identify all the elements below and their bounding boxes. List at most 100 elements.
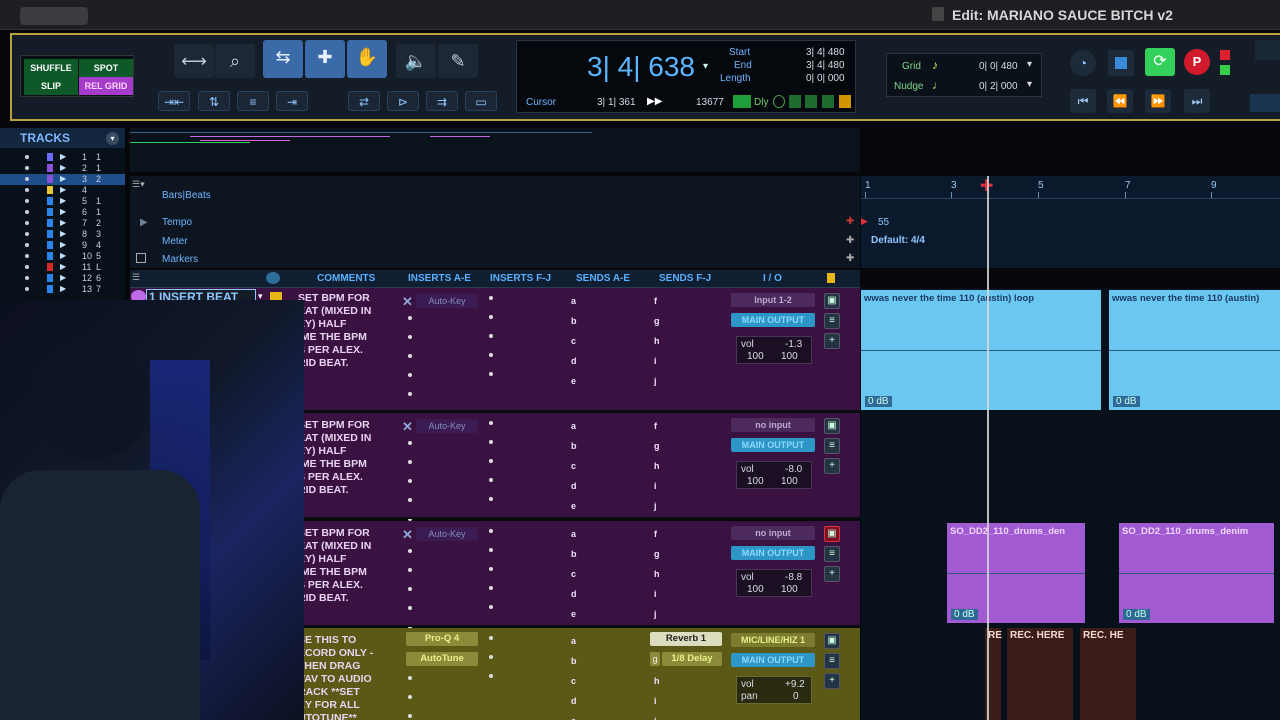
count-off-icon[interactable] (789, 95, 801, 108)
insert-dot[interactable] (408, 498, 412, 502)
send-letter[interactable]: f (654, 421, 657, 431)
nudge-value[interactable]: 0| 2| 000 (979, 81, 1018, 92)
volume-value[interactable]: -8.0 (785, 464, 802, 475)
record-mode-icon[interactable] (1220, 50, 1230, 60)
main-counter-value[interactable]: 3| 4| 638 (587, 51, 695, 83)
insert-dot[interactable] (408, 606, 412, 610)
visibility-dot-icon[interactable] (25, 287, 29, 291)
visibility-dot-icon[interactable] (25, 155, 29, 159)
track-list-item[interactable]: ▶ 7 2 (0, 218, 125, 229)
volume-value[interactable]: -1.3 (785, 339, 802, 350)
send-letter[interactable]: j (654, 376, 657, 386)
track-list-item[interactable]: ▶ 5 1 (0, 196, 125, 207)
slip-button[interactable]: SLIP (24, 77, 78, 95)
insert-dot[interactable] (489, 548, 493, 552)
track-list-item[interactable]: ▶ 4 (0, 185, 125, 196)
send-letter[interactable]: e (571, 376, 576, 386)
audio-zoom-icon[interactable]: ⇅ (198, 91, 230, 111)
send-letter[interactable]: g (654, 549, 660, 559)
output-selector[interactable]: MAIN OUTPUT (731, 438, 815, 452)
input-selector[interactable]: MIC/LINE/HIZ 1 (731, 633, 815, 647)
add-icon[interactable]: + (824, 673, 840, 689)
nudge-dropdown-icon[interactable]: ▾ (1027, 79, 1032, 90)
timebase-icon[interactable] (266, 272, 280, 284)
pencil-tool-icon[interactable]: ✎ (438, 44, 478, 78)
tracks-menu-icon[interactable]: ▾ (106, 132, 119, 145)
insert-dot[interactable] (489, 296, 493, 300)
grid-value[interactable]: 0| 0| 480 (979, 61, 1018, 72)
insert-dot[interactable] (489, 529, 493, 533)
insert-dot[interactable] (408, 373, 412, 377)
send-letter[interactable]: d (571, 481, 577, 491)
volume-value[interactable]: +9.2 (785, 679, 805, 690)
zoomer-icon[interactable]: ⌕ (215, 44, 255, 78)
window-controls[interactable] (20, 7, 88, 25)
track-option-icon[interactable]: ▣ (824, 293, 840, 309)
play-mode-icon[interactable] (1220, 65, 1230, 75)
pan-right-value[interactable]: 100 (781, 351, 798, 362)
visibility-dot-icon[interactable] (25, 265, 29, 269)
send-letter[interactable]: f (654, 529, 657, 539)
delay-label[interactable]: Dly (754, 97, 768, 108)
send-letter[interactable]: a (571, 296, 576, 306)
insert-dot[interactable] (489, 372, 493, 376)
track-list-item[interactable]: ▶ 12 6 (0, 273, 125, 284)
send-letter[interactable]: i (654, 481, 657, 491)
wait-note-icon[interactable] (805, 95, 817, 108)
timeline-area[interactable]: wwas never the time 110 (austin) loop 0 d… (861, 288, 1280, 720)
insert-dot[interactable] (489, 315, 493, 319)
input-selector[interactable]: no input (731, 418, 815, 432)
audio-clip[interactable]: wwas never the time 110 (austin) loop 0 d… (861, 290, 1101, 410)
insert-dot[interactable] (408, 676, 412, 680)
link-timeline-icon[interactable]: ⇄ (348, 91, 380, 111)
insert-dot[interactable] (489, 636, 493, 640)
clip-gain[interactable]: 0 dB (865, 396, 892, 407)
output-selector[interactable]: MAIN OUTPUT (731, 546, 815, 560)
visibility-dot-icon[interactable] (25, 243, 29, 247)
insert-dot[interactable] (489, 567, 493, 571)
mirror-midi-icon[interactable]: ▭ (465, 91, 497, 111)
send-letter[interactable]: f (654, 296, 657, 306)
send-slot[interactable]: Reverb 1 (650, 632, 722, 646)
send-letter[interactable]: c (571, 676, 576, 686)
playlist-icon[interactable]: ≡ (824, 313, 840, 329)
send-letter[interactable]: d (571, 589, 577, 599)
pan-left-value[interactable]: 100 (747, 584, 764, 595)
track-option-icon[interactable]: ▣ (824, 633, 840, 649)
track-list-item[interactable]: ▶ 8 3 (0, 229, 125, 240)
mini-meter-icon[interactable] (1250, 94, 1280, 112)
track-list-item[interactable]: ▶ 13 7 (0, 284, 125, 295)
track-list-item[interactable]: ▶ 3 2 (0, 174, 125, 185)
insert-slot[interactable]: Auto-Key (416, 419, 478, 433)
length-value[interactable]: 0| 0| 000 (806, 73, 845, 84)
shuffle-button[interactable]: SHUFFLE (24, 59, 78, 77)
midi-zoom-icon[interactable]: ≡ (237, 91, 269, 111)
insertion-follows-icon[interactable]: ⊳ (387, 91, 419, 111)
loop-play-button[interactable]: ⟳ (1145, 48, 1175, 76)
send-letter[interactable]: b (571, 316, 577, 326)
insert-dot[interactable] (408, 441, 412, 445)
insert-dot[interactable] (408, 316, 412, 320)
tempo-expand-icon[interactable]: ▶ (140, 217, 148, 228)
send-letter[interactable]: h (654, 336, 660, 346)
stop-button[interactable] (1108, 50, 1134, 76)
ruler-menu-icon[interactable]: ☰▾ (132, 179, 154, 189)
clip-gain[interactable]: 0 dB (1113, 396, 1140, 407)
insert-slot[interactable]: Pro-Q 4 (406, 632, 478, 646)
insert-dot[interactable] (408, 695, 412, 699)
insert-dot[interactable] (408, 568, 412, 572)
output-selector[interactable]: MAIN OUTPUT (731, 313, 815, 327)
insert-dot[interactable] (489, 605, 493, 609)
drum-clip[interactable]: SO_DD2_110_drums_den 0 dB (947, 523, 1085, 623)
insert-dot[interactable] (489, 586, 493, 590)
input-selector[interactable]: Input 1-2 (731, 293, 815, 307)
solo-safe-icon[interactable] (822, 95, 834, 108)
grabber-tool-icon[interactable]: ✋ (347, 40, 387, 78)
markers-icon[interactable] (136, 253, 146, 263)
send-slot[interactable]: 1/8 Delay (662, 652, 722, 666)
add-icon[interactable]: + (824, 566, 840, 582)
insert-slot[interactable]: Auto-Key (416, 294, 478, 308)
send-letter[interactable]: h (654, 461, 660, 471)
visibility-dot-icon[interactable] (25, 210, 29, 214)
selector-tool-icon[interactable]: ✚ (305, 40, 345, 78)
